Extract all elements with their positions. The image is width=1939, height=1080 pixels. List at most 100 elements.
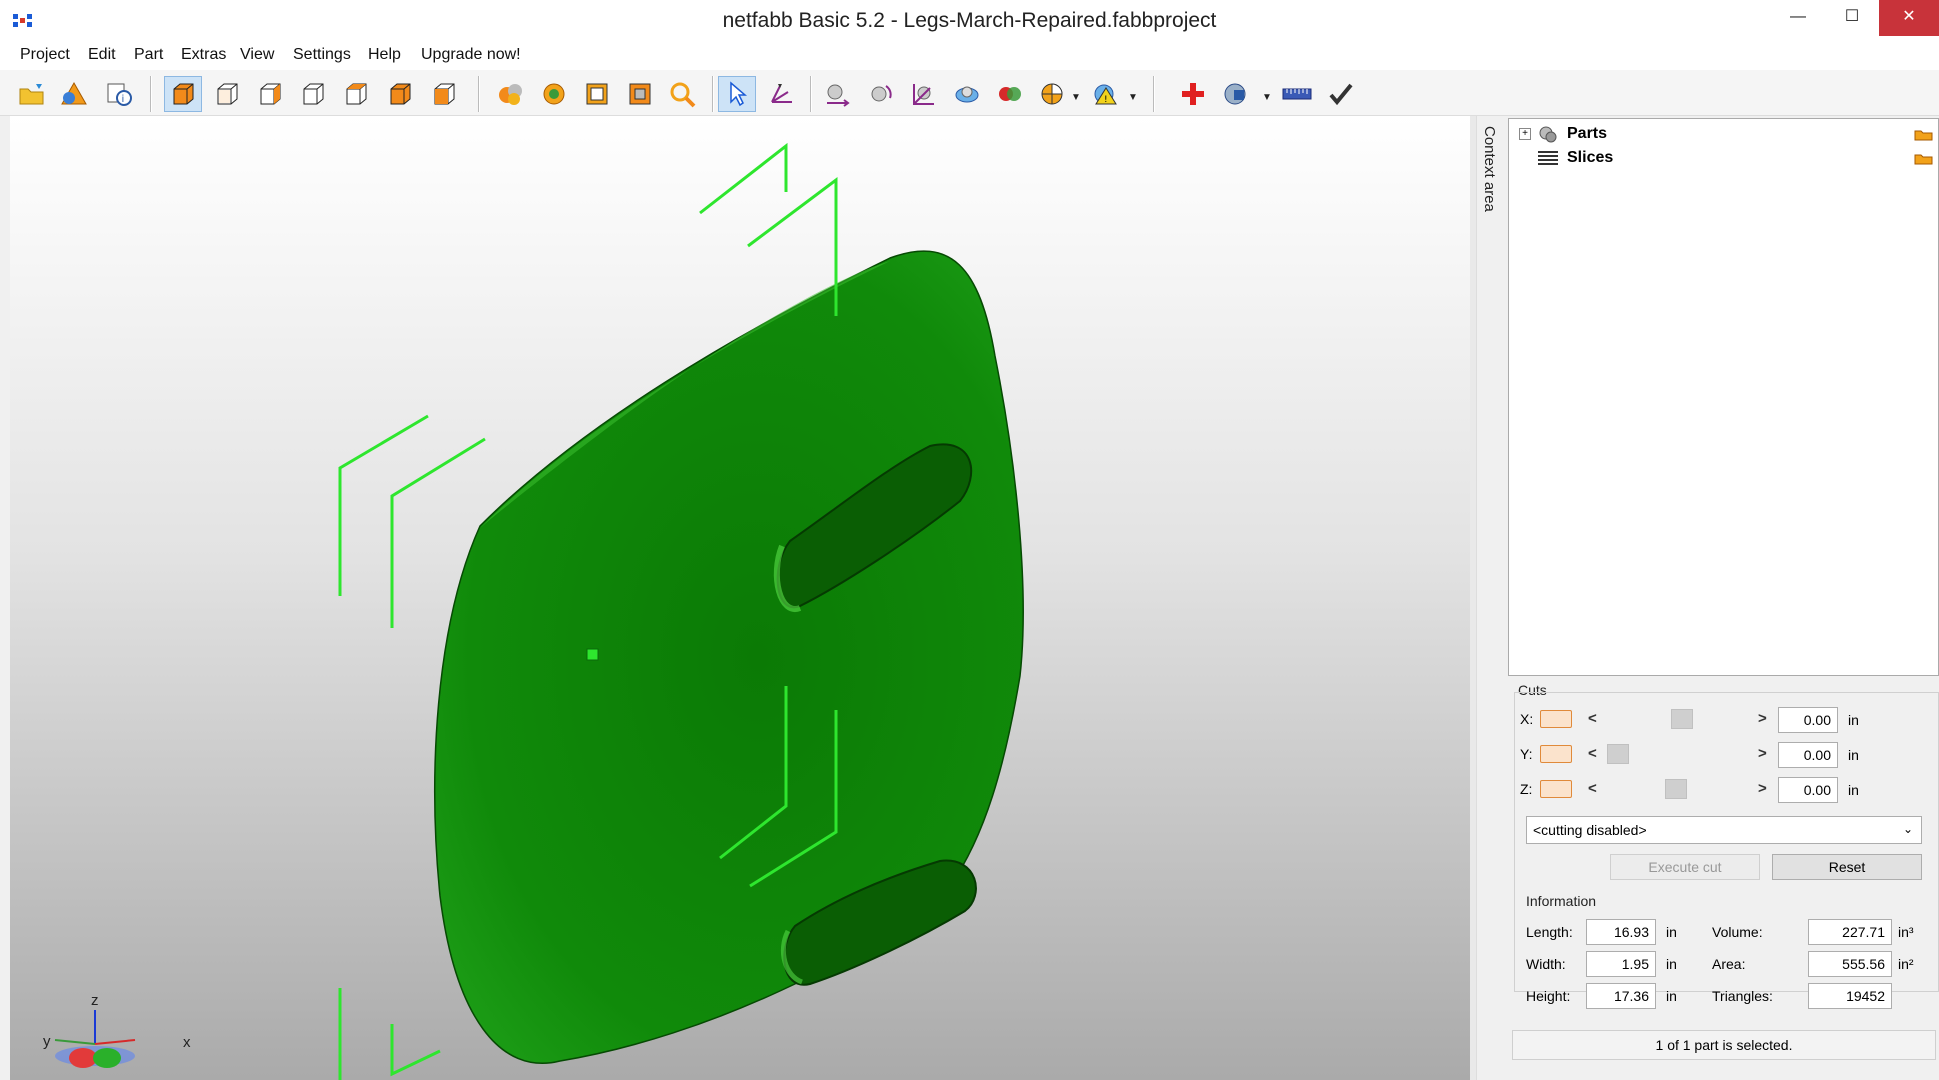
cut-x-decrease-button[interactable]: < [1588,710,1597,727]
view-left-icon[interactable] [294,76,332,112]
cut-x-slider[interactable] [1601,708,1751,730]
cut-y-label: Y: [1520,746,1533,762]
length-label: Length: [1526,924,1573,940]
3d-viewport[interactable]: z y x [10,116,1470,1080]
part-model [434,250,1024,1064]
add-part-icon[interactable] [55,76,93,112]
parts-color-icon[interactable] [492,76,530,112]
boolean-icon[interactable] [1034,76,1072,112]
reset-button[interactable]: Reset [1772,854,1922,880]
cut-z-slider-thumb[interactable] [1665,779,1687,799]
volume-value: 227.71 [1808,919,1892,945]
boolean-dropdown-icon[interactable]: ▼ [1071,92,1081,103]
analysis-icon[interactable]: ! [1087,76,1125,112]
tree-expander[interactable]: + [1519,128,1531,140]
shaded-view-icon[interactable] [535,76,573,112]
project-tree: + Parts Slices [1508,118,1939,676]
cut-z-color-swatch[interactable] [1540,780,1572,798]
view-bottom-icon[interactable] [425,76,463,112]
apply-icon[interactable] [1322,76,1360,112]
height-label: Height: [1526,988,1571,1004]
menu-settings[interactable]: Settings [293,46,351,64]
export-dropdown-icon[interactable]: ▼ [1262,92,1272,103]
toolbar-separator [1153,76,1155,112]
tree-item-slices[interactable]: Slices [1519,147,1613,169]
cut-x-slider-thumb[interactable] [1671,709,1693,729]
menu-bar: Project Edit Part Extras View Settings H… [0,44,1939,69]
width-unit: in [1666,956,1677,972]
wireframe-icon[interactable] [578,76,616,112]
zoom-icon[interactable] [664,76,702,112]
cut-z-input[interactable]: 0.00 [1778,777,1838,803]
cut-y-slider-thumb[interactable] [1607,744,1629,764]
menu-view[interactable]: View [240,46,274,64]
cut-x-input[interactable]: 0.00 [1778,707,1838,733]
analysis-dropdown-icon[interactable]: ▼ [1128,92,1138,103]
maximize-button[interactable]: ☐ [1825,0,1879,36]
align-icon[interactable] [948,76,986,112]
svg-text:!: ! [1104,95,1108,105]
width-label: Width: [1526,956,1566,972]
cut-x-increase-button[interactable]: > [1758,710,1767,727]
information-group-title: Information [1526,893,1597,909]
cut-z-increase-button[interactable]: > [1758,780,1767,797]
transparent-icon[interactable] [621,76,659,112]
toolbar-separator [810,76,812,112]
cut-y-unit: in [1848,747,1859,763]
menu-help[interactable]: Help [368,46,401,64]
view-back-icon[interactable] [251,76,289,112]
repair-icon[interactable] [1174,76,1212,112]
model-canvas[interactable] [10,116,1470,1080]
move-part-icon[interactable] [818,76,856,112]
slices-folder-icon[interactable] [1914,151,1934,165]
cut-y-color-swatch[interactable] [1540,745,1572,763]
menu-part[interactable]: Part [134,46,163,64]
area-label: Area: [1712,956,1746,972]
cut-z-slider[interactable] [1601,778,1751,800]
cut-y-increase-button[interactable]: > [1758,745,1767,762]
toolbar-separator [712,76,714,112]
ruler-icon[interactable] [1278,76,1316,112]
viewport-border [0,116,10,1080]
menu-extras[interactable]: Extras [181,46,226,64]
menu-project[interactable]: Project [20,46,70,64]
context-area-tab[interactable]: Context area [1476,116,1506,1080]
tree-item-parts[interactable]: + Parts [1519,123,1607,145]
minimize-button[interactable]: — [1771,0,1825,36]
menu-upgrade[interactable]: Upgrade now! [421,46,521,64]
selection-status: 1 of 1 part is selected. [1512,1030,1936,1060]
rotate-part-icon[interactable] [862,76,900,112]
export-icon[interactable] [1217,76,1255,112]
toolbar: i ▼ ! ▼ ▼ [0,70,1939,116]
right-panel: + Parts Slices Cuts X: < > 0.00 in Y: < … [1506,116,1939,1080]
axis-label-x: x [183,1034,191,1051]
tree-item-label: Slices [1567,149,1614,166]
width-value: 1.95 [1586,951,1656,977]
cut-y-decrease-button[interactable]: < [1588,745,1597,762]
context-area-label: Context area [1481,126,1498,212]
view-front-icon[interactable] [208,76,246,112]
center-marker [586,648,599,661]
parts-folder-icon[interactable] [1914,127,1934,141]
cut-z-decrease-button[interactable]: < [1588,780,1597,797]
view-3d-icon[interactable] [164,76,202,112]
scale-part-icon[interactable] [904,76,942,112]
cutting-mode-select[interactable]: <cutting disabled> ⌄ [1526,816,1922,844]
view-right-icon[interactable] [337,76,375,112]
select-tool-icon[interactable] [718,76,756,112]
close-button[interactable]: ✕ [1879,0,1939,36]
menu-edit[interactable]: Edit [88,46,116,64]
cut-x-color-swatch[interactable] [1540,710,1572,728]
cut-y-slider[interactable] [1601,743,1751,765]
cut-x-label: X: [1520,711,1534,727]
cut-y-input[interactable]: 0.00 [1778,742,1838,768]
open-project-icon[interactable] [13,76,51,112]
measure-tool-icon[interactable] [762,76,800,112]
area-unit: in² [1898,956,1914,972]
project-info-icon[interactable]: i [100,76,138,112]
axis-label-y: y [43,1033,51,1050]
execute-cut-button[interactable]: Execute cut [1610,854,1760,880]
view-top-icon[interactable] [381,76,419,112]
merge-icon[interactable] [991,76,1029,112]
cut-z-unit: in [1848,782,1859,798]
